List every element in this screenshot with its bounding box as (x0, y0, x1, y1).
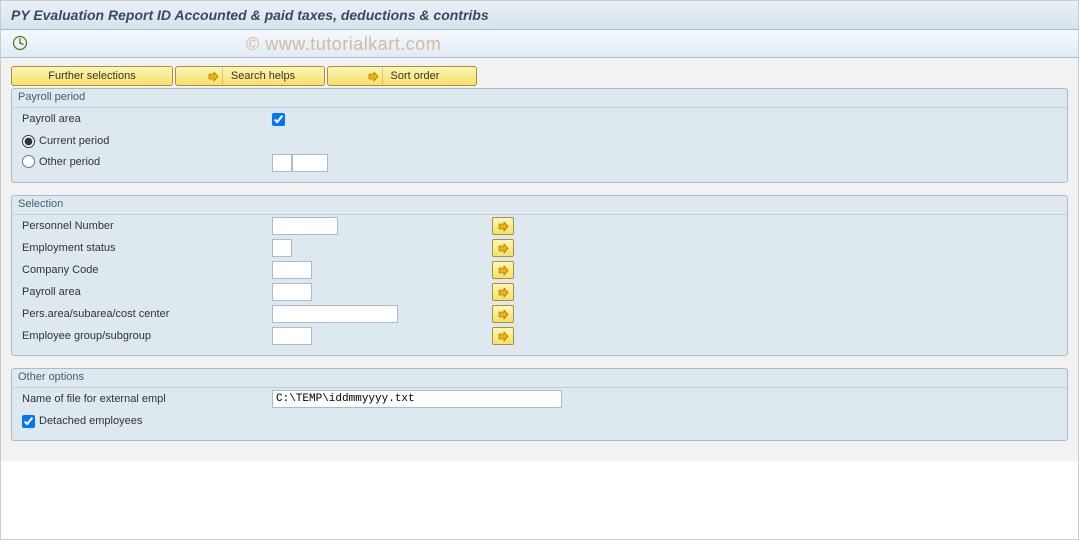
employee-group-input[interactable] (272, 327, 312, 345)
other-period-radio-label[interactable]: Other period (22, 155, 100, 168)
pers-area-label: Pers.area/subarea/cost center (22, 308, 272, 320)
other-period-radio[interactable] (22, 155, 35, 168)
pers-area-row: Pers.area/subarea/cost center (12, 303, 1067, 325)
search-helps-button[interactable]: Search helps (175, 66, 325, 86)
company-code-input[interactable] (272, 261, 312, 279)
file-name-row: Name of file for external empl (12, 388, 1067, 410)
arrow-right-icon (365, 67, 383, 85)
payroll-area-label: Payroll area (22, 113, 272, 125)
content-area: Further selections Search helps Sort ord… (1, 58, 1078, 461)
multiple-selection-button[interactable] (492, 217, 514, 235)
multiple-selection-button[interactable] (492, 239, 514, 257)
arrow-right-icon (205, 67, 223, 85)
payroll-period-group: Payroll period Payroll area Current peri… (11, 88, 1068, 183)
detached-text: Detached employees (39, 415, 142, 427)
detached-checkbox[interactable] (22, 415, 35, 428)
payroll-area-row: Payroll area (12, 108, 1067, 130)
sort-order-button[interactable]: Sort order (327, 66, 477, 86)
multiple-selection-button[interactable] (492, 261, 514, 279)
other-options-group: Other options Name of file for external … (11, 368, 1068, 441)
app-toolbar (1, 30, 1078, 58)
detached-checkbox-label[interactable]: Detached employees (22, 415, 142, 428)
pers-area-input[interactable] (272, 305, 398, 323)
current-period-row: Current period (12, 130, 1067, 152)
file-name-input[interactable] (272, 390, 562, 408)
title-bar: PY Evaluation Report ID Accounted & paid… (1, 1, 1078, 30)
personnel-number-row: Personnel Number (12, 215, 1067, 237)
personnel-number-input[interactable] (272, 217, 338, 235)
other-period-row: Other period (12, 152, 1067, 174)
group-title: Other options (12, 369, 1067, 388)
other-period-text: Other period (39, 156, 100, 168)
other-period-input-1[interactable] (272, 154, 292, 172)
detached-row: Detached employees (12, 410, 1067, 432)
group-title: Payroll period (12, 89, 1067, 108)
page-title: PY Evaluation Report ID Accounted & paid… (11, 7, 1068, 23)
further-selections-label: Further selections (48, 70, 135, 82)
payroll-area-sel-input[interactable] (272, 283, 312, 301)
selection-button-row: Further selections Search helps Sort ord… (11, 66, 1068, 86)
personnel-number-label: Personnel Number (22, 220, 272, 232)
further-selections-button[interactable]: Further selections (11, 66, 173, 86)
employment-status-input[interactable] (272, 239, 292, 257)
search-helps-label: Search helps (231, 70, 295, 82)
current-period-text: Current period (39, 135, 109, 147)
execute-icon[interactable] (11, 34, 29, 52)
employment-status-row: Employment status (12, 237, 1067, 259)
current-period-radio[interactable] (22, 135, 35, 148)
employee-group-row: Employee group/subgroup (12, 325, 1067, 347)
selection-group: Selection Personnel Number Employment st… (11, 195, 1068, 356)
employment-status-label: Employment status (22, 242, 272, 254)
company-code-label: Company Code (22, 264, 272, 276)
file-name-label: Name of file for external empl (22, 393, 272, 405)
current-period-radio-label[interactable]: Current period (22, 135, 109, 148)
other-period-input-2[interactable] (292, 154, 328, 172)
payroll-area-checkbox[interactable] (272, 113, 285, 126)
company-code-row: Company Code (12, 259, 1067, 281)
multiple-selection-button[interactable] (492, 327, 514, 345)
multiple-selection-button[interactable] (492, 305, 514, 323)
sort-order-label: Sort order (391, 70, 440, 82)
employee-group-label: Employee group/subgroup (22, 330, 272, 342)
payroll-area-sel-label: Payroll area (22, 286, 272, 298)
multiple-selection-button[interactable] (492, 283, 514, 301)
group-title: Selection (12, 196, 1067, 215)
payroll-area-sel-row: Payroll area (12, 281, 1067, 303)
